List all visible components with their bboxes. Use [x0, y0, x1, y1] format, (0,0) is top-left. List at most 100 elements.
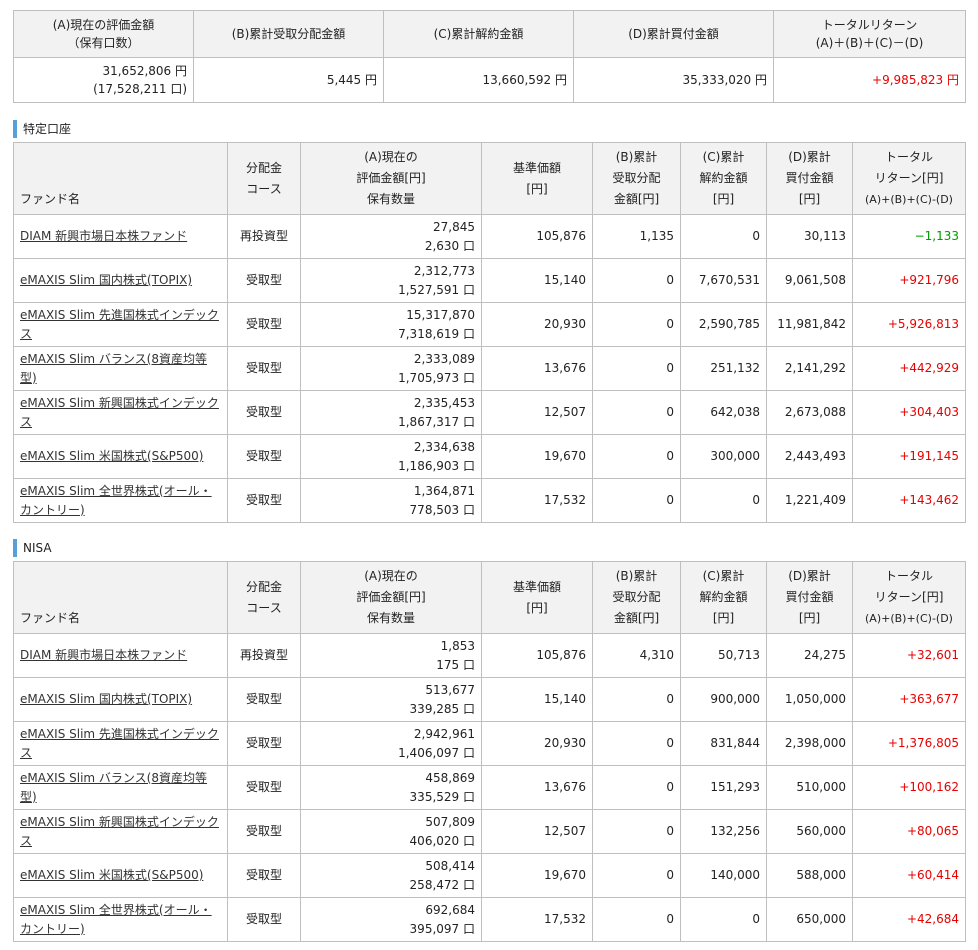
course-cell: 受取型 [227, 390, 301, 435]
summary-header-total: トータルリターン (A)＋(B)＋(C)－(D) [773, 10, 966, 58]
fund-name-link[interactable]: eMAXIS Slim 新興国株式インデックス [20, 396, 219, 429]
fund-name-cell: eMAXIS Slim 先進国株式インデックス [13, 302, 228, 347]
fund-name-link[interactable]: eMAXIS Slim 米国株式(S&P500) [20, 868, 203, 882]
base-price-cell: 20,930 [481, 302, 593, 347]
redemption-cell: 0 [680, 897, 767, 942]
course-cell: 受取型 [227, 346, 301, 391]
base-price-cell: 12,507 [481, 809, 593, 854]
fund-table-nisa: ファンド名 分配金 コース (A)現在の 評価金額[円] 保有数量 基準価額 [円] (B)累計… [13, 561, 966, 942]
units-held: 175 口 [436, 657, 475, 672]
table-row: eMAXIS Slim 新興国株式インデックス 受取型 2,335,453 1,867… [13, 390, 966, 435]
base-price-cell: 13,676 [481, 765, 593, 810]
fund-name-link[interactable]: eMAXIS Slim 先進国株式インデックス [20, 308, 219, 341]
table-row: eMAXIS Slim 国内株式(TOPIX) 受取型 2,312,773 1,527… [13, 258, 966, 303]
distribution-cell: 0 [592, 390, 681, 435]
redemption-cell: 2,590,785 [680, 302, 767, 347]
fund-name-cell: eMAXIS Slim 国内株式(TOPIX) [13, 677, 228, 722]
base-price-cell: 17,532 [481, 478, 593, 523]
distribution-cell: 0 [592, 302, 681, 347]
table-row: DIAM 新興市場日本株ファンド 再投資型 1,853 175 口 105,876 4,3… [13, 633, 966, 678]
header-d: (D)累計 買付金額 [円] [766, 561, 853, 634]
summary-value-d: 35,333,020 円 [573, 57, 774, 103]
fund-name-cell: eMAXIS Slim 全世界株式(オール・カントリー) [13, 478, 228, 523]
distribution-cell: 0 [592, 434, 681, 479]
summary-value-total: +9,985,823 円 [773, 57, 966, 103]
fund-name-link[interactable]: eMAXIS Slim 全世界株式(オール・カントリー) [20, 484, 212, 517]
header-b: (B)累計 受取分配 金額[円] [592, 561, 681, 634]
header-fund-name: ファンド名 [13, 142, 228, 215]
course-cell: 受取型 [227, 478, 301, 523]
fund-name-cell: eMAXIS Slim 先進国株式インデックス [13, 721, 228, 766]
course-cell: 受取型 [227, 721, 301, 766]
current-value: 2,335,453 [413, 395, 475, 410]
value-units-cell: 15,317,870 7,318,619 口 [300, 302, 482, 347]
fund-name-cell: eMAXIS Slim 新興国株式インデックス [13, 390, 228, 435]
summary-value-b: 5,445 円 [193, 57, 384, 103]
purchase-cell: 30,113 [766, 214, 853, 259]
fund-name-link[interactable]: eMAXIS Slim 米国株式(S&P500) [20, 449, 203, 463]
fund-name-link[interactable]: eMAXIS Slim 先進国株式インデックス [20, 727, 219, 760]
base-price-cell: 105,876 [481, 214, 593, 259]
base-price-cell: 17,532 [481, 897, 593, 942]
total-return-cell: +921,796 [852, 258, 966, 303]
units-held: 1,527,591 口 [398, 282, 475, 297]
base-price-cell: 12,507 [481, 390, 593, 435]
total-return-cell: +32,601 [852, 633, 966, 678]
value-units-cell: 2,334,638 1,186,903 口 [300, 434, 482, 479]
redemption-cell: 251,132 [680, 346, 767, 391]
course-cell: 受取型 [227, 258, 301, 303]
redemption-cell: 900,000 [680, 677, 767, 722]
redemption-cell: 831,844 [680, 721, 767, 766]
redemption-cell: 300,000 [680, 434, 767, 479]
table-row: eMAXIS Slim 全世界株式(オール・カントリー) 受取型 692,684 39… [13, 897, 966, 942]
course-cell: 受取型 [227, 302, 301, 347]
course-cell: 再投資型 [227, 214, 301, 259]
header-c: (C)累計 解約金額 [円] [680, 142, 767, 215]
redemption-cell: 0 [680, 214, 767, 259]
fund-name-link[interactable]: DIAM 新興市場日本株ファンド [20, 229, 187, 243]
base-price-cell: 20,930 [481, 721, 593, 766]
header-total: トータル リターン[円] (A)+(B)+(C)-(D) [852, 561, 966, 634]
header-course: 分配金 コース [227, 142, 301, 215]
total-return-cell: +143,462 [852, 478, 966, 523]
fund-name-cell: eMAXIS Slim 国内株式(TOPIX) [13, 258, 228, 303]
redemption-cell: 132,256 [680, 809, 767, 854]
base-price-cell: 19,670 [481, 434, 593, 479]
course-cell: 受取型 [227, 809, 301, 854]
distribution-cell: 0 [592, 346, 681, 391]
current-value: 2,312,773 [413, 263, 475, 278]
fund-name-link[interactable]: eMAXIS Slim 全世界株式(オール・カントリー) [20, 903, 212, 936]
fund-name-cell: DIAM 新興市場日本株ファンド [13, 633, 228, 678]
fund-name-cell: eMAXIS Slim バランス(8資産均等型) [13, 765, 228, 810]
table-row: eMAXIS Slim 国内株式(TOPIX) 受取型 513,677 339,285… [13, 677, 966, 722]
fund-name-link[interactable]: eMAXIS Slim バランス(8資産均等型) [20, 771, 207, 804]
base-price-cell: 13,676 [481, 346, 593, 391]
course-cell: 再投資型 [227, 633, 301, 678]
total-return-cell: +100,162 [852, 765, 966, 810]
distribution-cell: 0 [592, 677, 681, 722]
distribution-cell: 0 [592, 897, 681, 942]
distribution-cell: 4,310 [592, 633, 681, 678]
value-units-cell: 2,333,089 1,705,973 口 [300, 346, 482, 391]
header-a: (A)現在の 評価金額[円] 保有数量 [300, 142, 482, 215]
fund-name-link[interactable]: eMAXIS Slim 新興国株式インデックス [20, 815, 219, 848]
summary-value-c: 13,660,592 円 [383, 57, 574, 103]
section-title-nisa: NISA [13, 539, 52, 557]
base-price-cell: 105,876 [481, 633, 593, 678]
value-units-cell: 692,684 395,097 口 [300, 897, 482, 942]
header-b: (B)累計 受取分配 金額[円] [592, 142, 681, 215]
header-a: (A)現在の 評価金額[円] 保有数量 [300, 561, 482, 634]
distribution-cell: 0 [592, 258, 681, 303]
value-units-cell: 513,677 339,285 口 [300, 677, 482, 722]
fund-name-link[interactable]: eMAXIS Slim 国内株式(TOPIX) [20, 273, 192, 287]
fund-name-link[interactable]: eMAXIS Slim バランス(8資産均等型) [20, 352, 207, 385]
current-value: 27,845 [433, 219, 475, 234]
course-cell: 受取型 [227, 434, 301, 479]
distribution-cell: 0 [592, 853, 681, 898]
purchase-cell: 2,141,292 [766, 346, 853, 391]
purchase-cell: 1,221,409 [766, 478, 853, 523]
fund-name-link[interactable]: eMAXIS Slim 国内株式(TOPIX) [20, 692, 192, 706]
summary-header-c: (C)累計解約金額 [383, 10, 574, 58]
fund-name-link[interactable]: DIAM 新興市場日本株ファンド [20, 648, 187, 662]
value-units-cell: 2,942,961 1,406,097 口 [300, 721, 482, 766]
